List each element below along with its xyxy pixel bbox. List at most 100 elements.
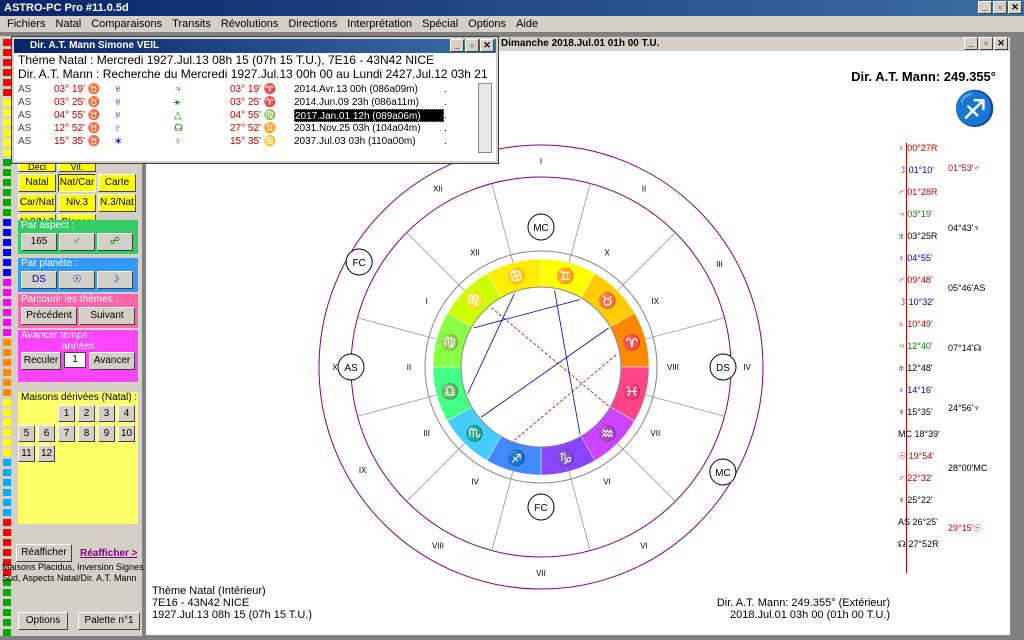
menu-1[interactable]: Natal [51,16,87,32]
zodiac-sign: ♏ [465,424,484,442]
house-button-12[interactable]: 12 [38,445,55,462]
planet-ds-button[interactable]: DS [21,271,57,289]
carnat-button[interactable]: Car/Nat [18,194,56,212]
ruler-value: 27°52R [906,539,939,549]
stripe-swatch [3,69,11,76]
popup-close-button[interactable]: ✕ [480,39,494,52]
popup-row[interactable]: AS 12° 52' ♉ ♇ ☊ 27° 52' ♊ 2031.Nov.25 03h (1… [18,122,474,135]
carte-button[interactable]: Carte [98,174,136,192]
ruler-value: 26°25' [910,517,938,527]
stripe-swatch [3,429,11,436]
ruler-value: 15°35' [904,407,933,417]
stripe-swatch [3,329,11,336]
ruler-entry: ♃ 03°19' [898,209,933,219]
menu-6[interactable]: Interprétation [342,16,417,32]
stripe-swatch [3,59,11,66]
house-number-outer: IV [743,363,751,372]
house-button-1[interactable]: 1 [58,405,75,422]
stripe-swatch [3,309,11,316]
popup-maximize-button[interactable]: ▫ [465,39,479,52]
stripe-swatch [3,409,11,416]
step-input[interactable]: 1 [64,352,86,368]
chart-footer-left: Thème Natal (Intérieur) 7E16 - 43N42 NIC… [152,585,312,621]
popup-cell-c2: 12° 52' ♉ [54,123,101,134]
stripe-swatch [3,159,11,166]
refresh-button[interactable]: Réafficher [16,544,72,562]
maximize-button[interactable]: ▫ [993,1,1007,14]
aspect-mars-button[interactable]: ♂ [59,233,95,251]
stripe-swatch [3,629,11,636]
menu-5[interactable]: Directions [283,16,342,32]
refresh-more-link[interactable]: Réafficher > [80,548,138,559]
ruler-line [906,143,907,573]
popup-scrollbar[interactable] [478,83,492,153]
ruler-value: 01°28R [904,187,938,197]
house-button-7[interactable]: 7 [58,425,75,442]
close-button[interactable]: ✕ [1008,1,1022,14]
popup-row[interactable]: AS 15° 35' ♉ ∗ ♀ 15° 35' ♋ 2037.Jul.03 03h (1… [18,135,474,148]
n3nat-button[interactable]: N.3/Nat [98,194,136,212]
niv3-button[interactable]: Niv.3 [58,194,96,212]
house-button-3[interactable]: 3 [98,405,115,422]
house-cusp-line [357,394,437,417]
ruler-symbol: ♅ [898,231,905,241]
app-title: ASTRO-PC Pro #11.0.5d [4,2,129,14]
back-button[interactable]: Reculer [21,352,61,370]
popup-row[interactable]: AS 04° 55' ♉ ♅ △ 04° 55' ♍ 2017.Jan.01 12h (0… [18,109,474,122]
aspect-group: Par aspect : 165 ♂ ☍ [18,220,138,254]
stripe-swatch [3,469,11,476]
menu-2[interactable]: Comparaisons [86,16,167,32]
previous-button[interactable]: Précédent [21,307,77,325]
menu-8[interactable]: Options [463,16,511,32]
house-button-9[interactable]: 9 [98,425,115,442]
menu-0[interactable]: Fichiers [2,16,51,32]
menu-4[interactable]: Révolutions [216,16,283,32]
ruler-value: 22°32' [904,473,933,483]
house-button-10[interactable]: 10 [118,425,135,442]
tab-decl[interactable]: Décl [18,162,56,172]
stripe-swatch [3,399,11,406]
popup-results-list: AS 03° 19' ♉ ♅ ♃ 03° 19' ♈ 2014.Avr.13 00h (0… [18,83,474,148]
popup-row[interactable]: AS 03° 25' ♉ ♅ ⚹ 03° 25' ♈ 2014.Jun.09 23h (0… [18,96,474,109]
ruler-value: 18°39' [912,429,940,439]
palette-button[interactable]: Palette n°1 [78,612,140,630]
zodiac-sign: ♎ [441,382,460,400]
house-button-8[interactable]: 8 [78,425,95,442]
natal-button[interactable]: Natal [18,174,56,192]
popup-cell-c1: AS [18,110,32,121]
planet-moon-button[interactable]: ☽ [97,271,133,289]
house-button-11[interactable]: 11 [18,445,35,462]
ruler-value: 19°54' [906,451,934,461]
stripe-swatch [3,449,11,456]
natcar-button[interactable]: Nat/Car [58,174,96,192]
aspect-value-button[interactable]: 165 [21,233,57,251]
stripe-swatch [3,279,11,286]
next-button[interactable]: Suivant [79,307,135,325]
tab-vit[interactable]: Vit. [58,162,96,172]
house-button-5[interactable]: 5 [18,425,35,442]
popup-cell-c4: ♃ [174,84,182,95]
house-cusp-line [491,183,514,263]
popup-cell-c6: 2017.Jan.01 12h (089a06m) [294,109,444,122]
minimize-button[interactable]: _ [978,1,992,14]
house-cusp-line [568,183,591,263]
house-button-4[interactable]: 4 [118,405,135,422]
menu-7[interactable]: Spécial [417,16,463,32]
ruler-symbol: ♀ [898,143,905,153]
popup-cell-c4: ☊ [174,123,183,134]
popup-minimize-button[interactable]: _ [450,39,464,52]
menu-9[interactable]: Aide [511,16,543,32]
ruler-symbol: MC [898,429,912,439]
options-button[interactable]: Options [18,612,68,630]
planet-sun-button[interactable]: ☉ [59,271,95,289]
stripe-swatch [3,99,11,106]
ruler-value: 03°25R [904,231,938,241]
forward-button[interactable]: Avancer [89,352,135,370]
menu-3[interactable]: Transits [167,16,216,32]
aspect-opposition-button[interactable]: ☍ [97,233,133,251]
house-button-6[interactable]: 6 [38,425,55,442]
stripe-swatch [3,459,11,466]
popup-row[interactable]: AS 03° 19' ♉ ♅ ♃ 03° 19' ♈ 2014.Avr.13 00h (0… [18,83,474,96]
stripe-swatch [3,599,11,606]
house-button-2[interactable]: 2 [78,405,95,422]
